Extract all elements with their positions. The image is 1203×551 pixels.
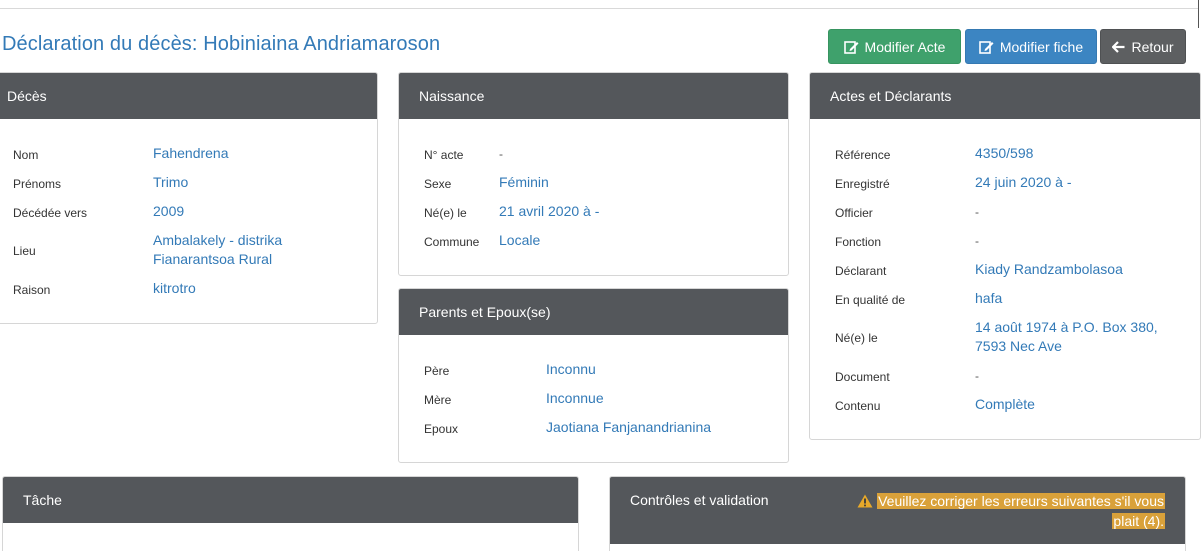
parents-panel: Parents et Epoux(se) Père Inconnu Mère I… [398, 288, 789, 463]
naissance-panel: Naissance N° acte - Sexe Féminin Né(e) l… [398, 72, 789, 276]
field-label: Référence [835, 148, 891, 162]
alert-text: Veuillez corriger les erreurs suivantes … [877, 493, 1165, 509]
edit-record-button[interactable]: Modifier fiche [965, 29, 1097, 64]
edit-icon [843, 40, 859, 54]
field-label: Fonction [835, 235, 882, 249]
field-label: Lieu [13, 244, 36, 258]
controles-panel-header: Contrôles et validation Veuillez corrige… [610, 477, 1185, 544]
field-value[interactable]: hafa [975, 289, 1002, 308]
field-label: Officier [835, 206, 873, 220]
field-value[interactable]: Inconnu [546, 360, 596, 379]
field-label: Déclarant [835, 264, 887, 278]
field-value: - [975, 369, 979, 383]
page-title: Déclaration du décès: Hobiniaina Andriam… [2, 33, 441, 55]
field-value[interactable]: Locale [499, 231, 540, 250]
field-value[interactable]: Fianarantsoa Rural [153, 250, 272, 269]
edit-act-button[interactable]: Modifier Acte [828, 29, 961, 64]
field-label: Père [424, 364, 450, 378]
tache-panel: Tâche [2, 476, 579, 551]
field-value[interactable]: 2009 [153, 202, 184, 221]
tache-panel-header: Tâche [3, 477, 578, 523]
field-label: En qualité de [835, 293, 906, 307]
field-value[interactable]: 21 avril 2020 à - [499, 202, 599, 221]
field-label: Contenu [835, 399, 881, 413]
field-label: Enregistré [835, 177, 890, 191]
field-value[interactable]: Jaotiana Fanjanandrianina [546, 418, 711, 437]
alert-text: plait (4). [1112, 513, 1165, 529]
field-label: Né(e) le [835, 331, 878, 345]
warning-icon [857, 494, 873, 508]
deces-panel: Décès Nom Fahendrena Prénoms Trimo Décéd… [0, 72, 378, 324]
controles-title: Contrôles et validation [630, 492, 769, 508]
field-label: Epoux [424, 422, 459, 436]
field-value[interactable]: Féminin [499, 173, 549, 192]
back-label: Retour [1131, 38, 1174, 55]
field-label: Raison [13, 283, 51, 297]
naissance-panel-header: Naissance [399, 73, 788, 119]
field-label: Commune [424, 235, 480, 249]
deces-panel-header: Décès [0, 73, 377, 119]
field-value: - [499, 147, 503, 161]
field-value[interactable]: Fahendrena [153, 144, 229, 163]
field-value[interactable]: Complète [975, 395, 1035, 414]
field-label: Mère [424, 393, 452, 407]
field-value[interactable]: kitrotro [153, 279, 196, 298]
field-value[interactable]: Trimo [153, 173, 188, 192]
field-value[interactable]: 24 juin 2020 à - [975, 173, 1072, 192]
back-button[interactable]: Retour [1100, 29, 1186, 64]
field-label: Nom [13, 148, 39, 162]
edit-icon [979, 40, 994, 54]
controles-panel: Contrôles et validation Veuillez corrige… [609, 476, 1186, 551]
field-label: Document [835, 370, 890, 384]
field-value[interactable]: 7593 Nec Ave [975, 337, 1062, 356]
actes-panel-header: Actes et Déclarants [810, 73, 1200, 119]
parents-panel-header: Parents et Epoux(se) [399, 289, 788, 335]
field-value[interactable]: Kiady Randzambolasoa [975, 260, 1123, 279]
top-navbar [0, 0, 1198, 9]
field-value: - [975, 205, 979, 219]
field-value[interactable]: 4350/598 [975, 144, 1033, 163]
field-label: N° acte [424, 148, 464, 162]
field-value: - [975, 234, 979, 248]
field-value[interactable]: 14 août 1974 à P.O. Box 380, [975, 318, 1158, 337]
field-label: Né(e) le [424, 206, 467, 220]
edit-act-label: Modifier Acte [864, 38, 946, 55]
field-label: Prénoms [13, 177, 62, 191]
arrow-left-icon [1112, 40, 1125, 53]
validation-alert: Veuillez corriger les erreurs suivantes … [835, 491, 1165, 531]
actes-panel: Actes et Déclarants Référence 4350/598 E… [809, 72, 1201, 440]
field-label: Sexe [424, 177, 452, 191]
field-value[interactable]: Ambalakely - distrika [153, 231, 282, 250]
field-value[interactable]: Inconnue [546, 389, 604, 408]
edit-record-label: Modifier fiche [999, 38, 1084, 55]
window-edge [1198, 0, 1199, 28]
field-label: Décédée vers [13, 206, 88, 220]
